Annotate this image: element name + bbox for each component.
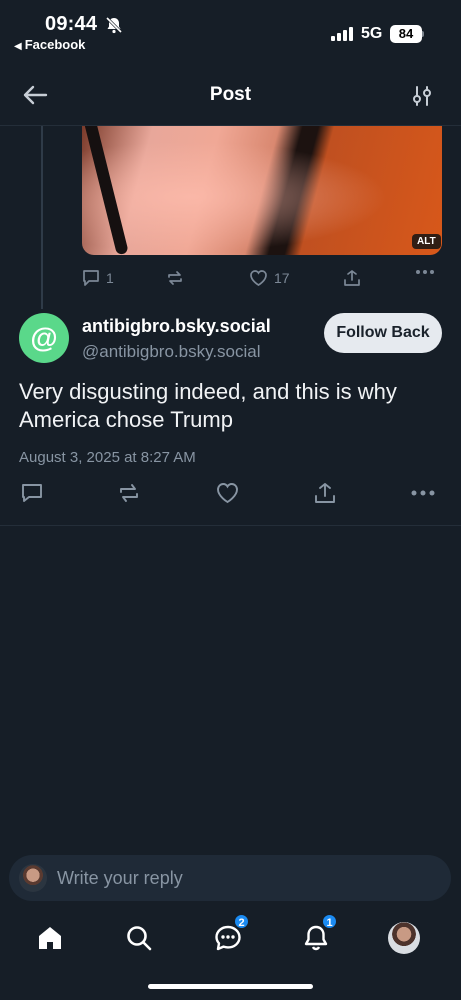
- network-type: 5G: [361, 25, 383, 42]
- avatar[interactable]: @: [19, 313, 69, 363]
- thread-line: [41, 126, 43, 309]
- reply-count: 1: [106, 270, 114, 286]
- post-actions: [19, 482, 441, 508]
- follow-back-button[interactable]: Follow Back: [324, 313, 442, 353]
- reply-icon: [82, 269, 100, 287]
- post-text: Very disgusting indeed, and this is why …: [19, 379, 397, 432]
- like-count: 17: [274, 270, 290, 286]
- share-icon: [343, 269, 361, 287]
- notifications-badge: 1: [321, 913, 338, 930]
- like-button[interactable]: 17: [249, 269, 290, 287]
- user-avatar: [19, 864, 47, 892]
- battery-tip: [422, 31, 424, 37]
- tab-profile[interactable]: [384, 918, 424, 958]
- bell-off-icon: [105, 16, 123, 34]
- tab-home[interactable]: [30, 918, 70, 958]
- more-options-icon[interactable]: [416, 269, 434, 275]
- share-icon[interactable]: [314, 482, 336, 504]
- tab-search[interactable]: [119, 918, 159, 958]
- back-to-app-link[interactable]: ◀ Facebook: [14, 37, 85, 52]
- repost-button[interactable]: [166, 269, 184, 287]
- profile-avatar: [388, 922, 420, 954]
- heart-icon[interactable]: [216, 482, 239, 504]
- more-options-icon[interactable]: [411, 490, 435, 496]
- handle[interactable]: @antibigbro.bsky.social: [82, 342, 261, 362]
- heart-icon: [249, 269, 268, 287]
- home-icon: [36, 924, 64, 952]
- page-title: Post: [209, 84, 252, 105]
- battery-level: 84: [390, 25, 422, 43]
- display-name[interactable]: antibigbro.bsky.social: [82, 316, 271, 337]
- status-time: 09:44: [45, 13, 98, 35]
- reply-input[interactable]: Write your reply: [9, 855, 451, 901]
- tab-notifications[interactable]: 1: [296, 913, 338, 958]
- reply-icon[interactable]: [21, 482, 43, 504]
- repost-icon: [166, 269, 184, 287]
- chat-badge: 2: [233, 913, 250, 930]
- post-image[interactable]: ALT: [82, 126, 442, 255]
- home-indicator: [148, 984, 313, 989]
- parent-post-actions: 1 17: [82, 269, 442, 291]
- back-app-label: Facebook: [24, 37, 86, 52]
- post-timestamp: August 3, 2025 at 8:27 AM: [19, 449, 196, 466]
- share-button[interactable]: [343, 269, 361, 287]
- tab-chat[interactable]: 2: [208, 913, 250, 958]
- reply-button[interactable]: 1: [82, 269, 114, 287]
- search-icon: [125, 924, 153, 952]
- thread-settings-icon[interactable]: [410, 84, 434, 108]
- post-divider: [0, 525, 461, 526]
- image-content: [82, 126, 442, 255]
- repost-icon[interactable]: [118, 482, 140, 504]
- reply-placeholder: Write your reply: [57, 868, 183, 888]
- signal-icon: [331, 27, 355, 41]
- alt-badge[interactable]: ALT: [412, 234, 441, 249]
